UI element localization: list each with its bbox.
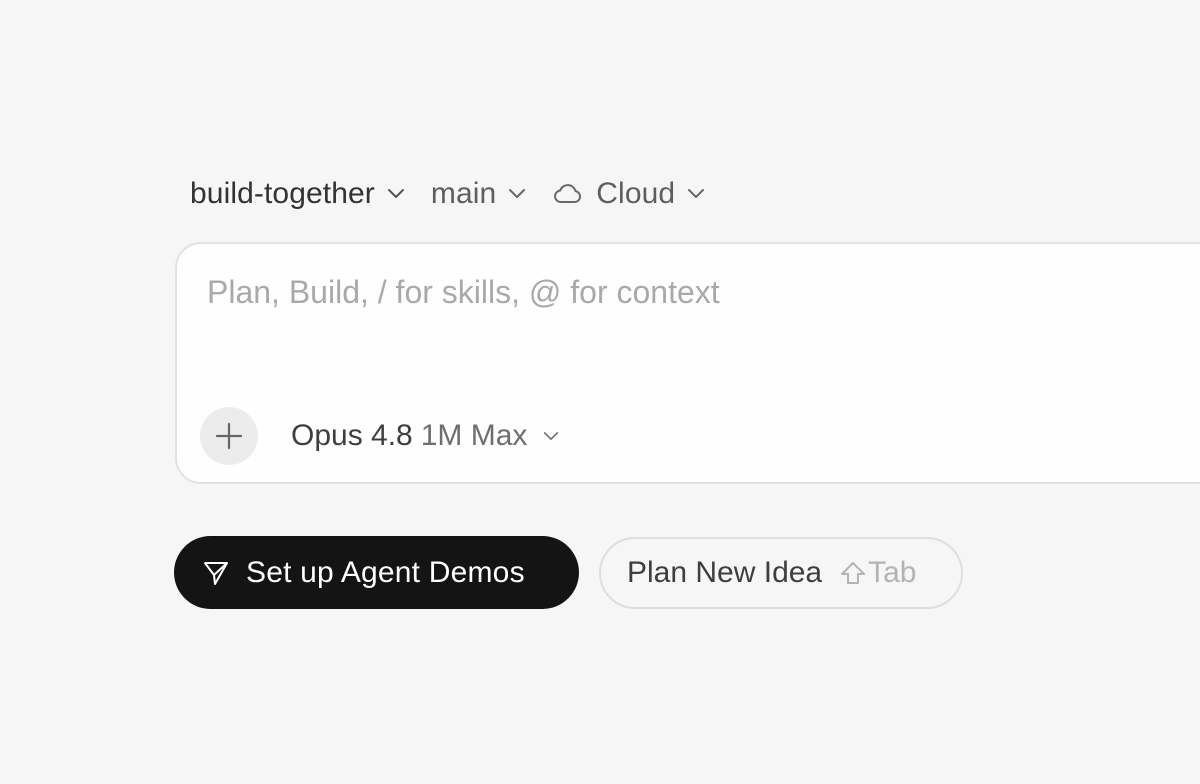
- secondary-action-label: Plan New Idea: [627, 556, 823, 589]
- prompt-input[interactable]: [207, 266, 1167, 318]
- composer: Opus 4.8 1M Max: [175, 242, 1200, 484]
- chevron-down-icon: [509, 189, 526, 198]
- chevron-down-icon: [688, 189, 705, 198]
- add-attachment-button[interactable]: [200, 407, 258, 465]
- model-name: Opus 4.8: [291, 419, 413, 452]
- primary-action-label: Set up Agent Demos: [246, 555, 525, 589]
- context-bar: build-together main Cloud: [190, 170, 731, 218]
- plan-new-idea-button[interactable]: Plan New Idea Tab: [599, 537, 963, 609]
- cloud-icon: [554, 184, 582, 203]
- shortcut-key: Tab: [868, 556, 917, 589]
- keyboard-shortcut: Tab: [840, 556, 917, 590]
- model-variant: 1M Max: [420, 419, 528, 452]
- model-selector[interactable]: Opus 4.8 1M Max: [291, 412, 559, 460]
- send-icon: [204, 561, 228, 585]
- shift-icon: [841, 562, 866, 584]
- page: build-together main Cloud Plan, Build, /…: [0, 0, 1200, 784]
- repository-label: build-together: [190, 177, 375, 210]
- set-up-agent-demos-button[interactable]: Set up Agent Demos: [174, 536, 579, 609]
- chevron-down-icon: [544, 431, 559, 440]
- branch-label: main: [430, 177, 497, 210]
- environment-selector[interactable]: Cloud: [552, 170, 705, 218]
- repository-selector[interactable]: build-together: [190, 170, 405, 218]
- plus-icon: [215, 422, 243, 450]
- branch-selector[interactable]: main: [431, 170, 526, 218]
- chevron-down-icon: [387, 189, 404, 198]
- environment-label: Cloud: [596, 177, 676, 210]
